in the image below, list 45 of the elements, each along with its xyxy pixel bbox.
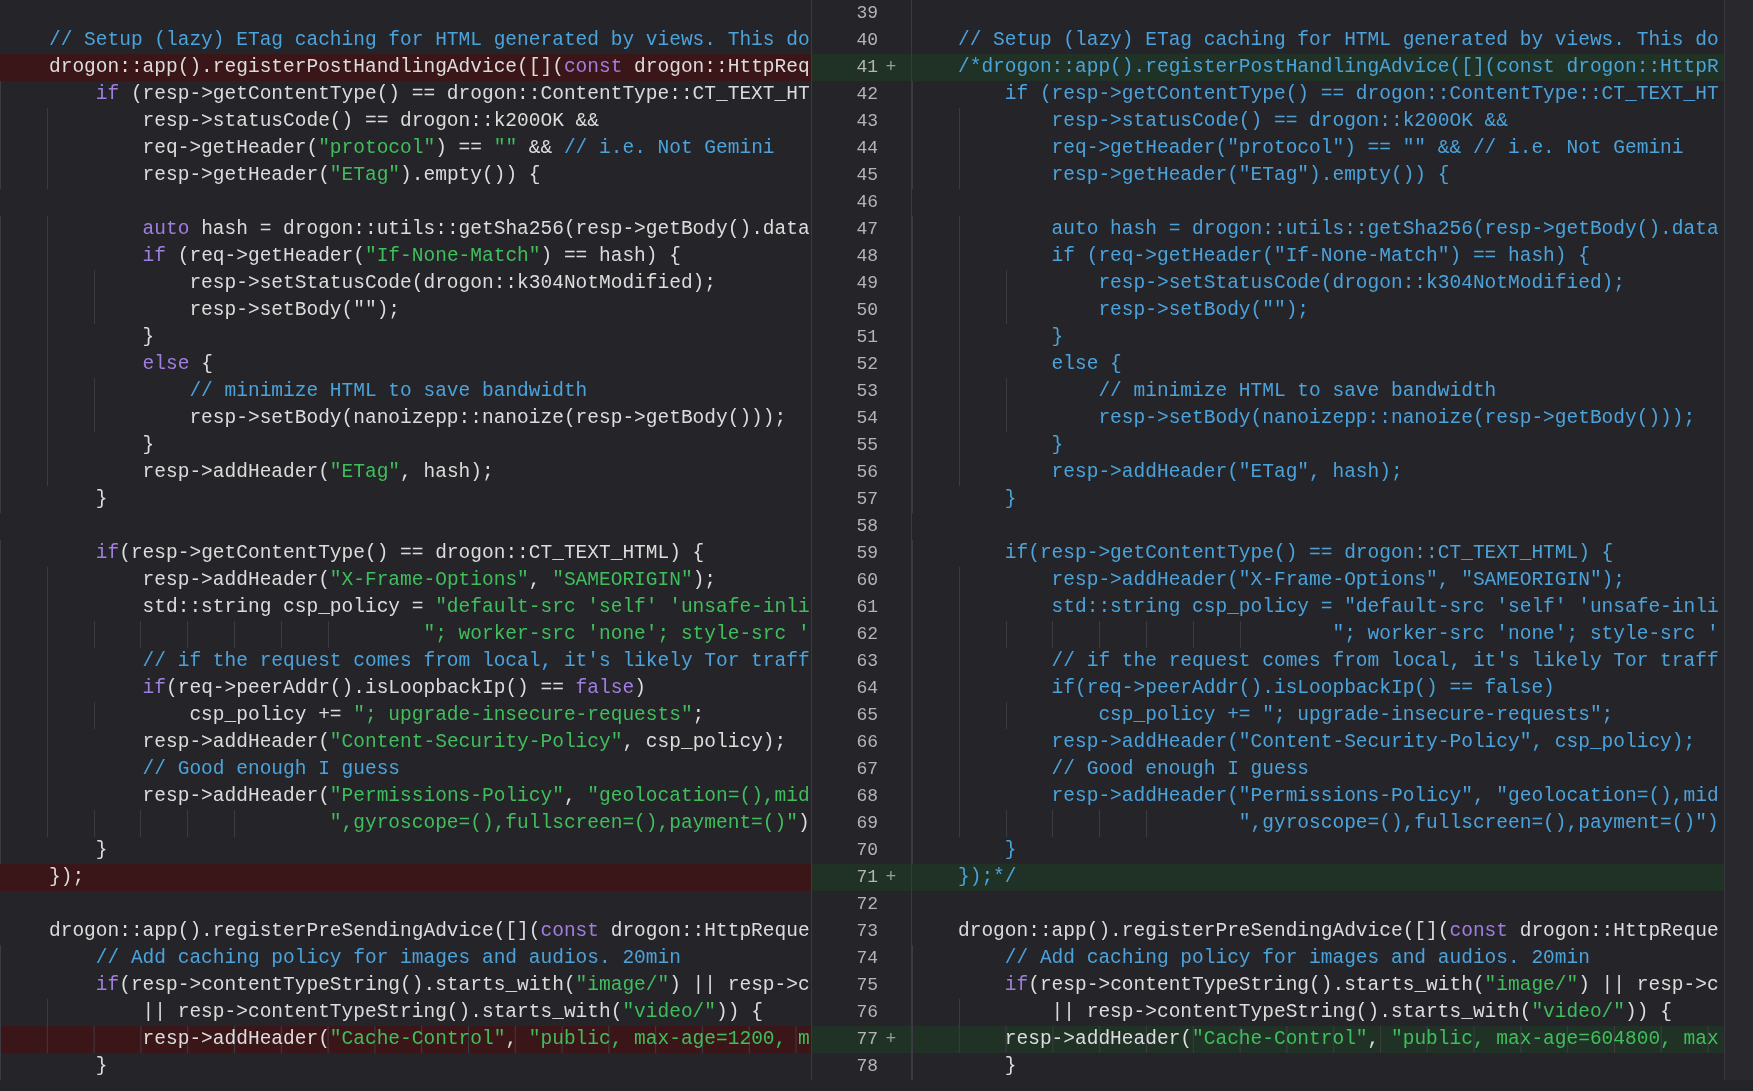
scrollbar-track[interactable] xyxy=(1725,0,1753,1080)
line-number: 71 xyxy=(855,866,878,889)
line-number: 42 xyxy=(855,83,878,106)
line-number: 54 xyxy=(855,407,878,430)
line-number: 58 xyxy=(855,515,878,538)
line-number: 60 xyxy=(855,569,878,592)
line-number: 70 xyxy=(855,839,878,862)
line-number: 78 xyxy=(855,1055,878,1078)
line-number: 74 xyxy=(855,947,878,970)
line-number: 69 xyxy=(855,812,878,835)
line-number: 48 xyxy=(855,245,878,268)
line-number: 45 xyxy=(855,164,878,187)
line-number: 52 xyxy=(855,353,878,376)
line-number: 77 xyxy=(855,1028,878,1051)
line-number: 47 xyxy=(855,218,878,241)
line-number: 57 xyxy=(855,488,878,511)
code-line: drogon::app().registerPreSendingAdvice([](const drogon::HttpReque xyxy=(0,918,812,945)
line-number: 43 xyxy=(855,110,878,133)
line-number: 61 xyxy=(855,596,878,619)
line-number: 51 xyxy=(855,326,878,349)
line-number: 68 xyxy=(855,785,878,808)
line-number: 64 xyxy=(855,677,878,700)
line-number: 50 xyxy=(855,299,878,322)
line-number: 72 xyxy=(855,893,878,916)
line-number: 49 xyxy=(855,272,878,295)
line-number: 67 xyxy=(855,758,878,781)
line-number: 55 xyxy=(855,434,878,457)
line-number: 76 xyxy=(855,1001,878,1024)
added-marker: + xyxy=(884,866,898,889)
line-number: 73 xyxy=(855,920,878,943)
line-number: 63 xyxy=(855,650,878,673)
added-marker: + xyxy=(884,56,898,79)
line-number: 46 xyxy=(855,191,878,214)
line-number: 41 xyxy=(855,56,878,79)
line-number: 66 xyxy=(855,731,878,754)
line-number: 75 xyxy=(855,974,878,997)
line-number: 56 xyxy=(855,461,878,484)
line-number: 65 xyxy=(855,704,878,727)
line-number: 62 xyxy=(855,623,878,646)
line-number: 44 xyxy=(855,137,878,160)
line-number: 53 xyxy=(855,380,878,403)
added-marker: + xyxy=(884,1028,898,1051)
line-number: 59 xyxy=(855,542,878,565)
line-number: 39 xyxy=(855,2,878,25)
line-number: 40 xyxy=(855,29,878,52)
